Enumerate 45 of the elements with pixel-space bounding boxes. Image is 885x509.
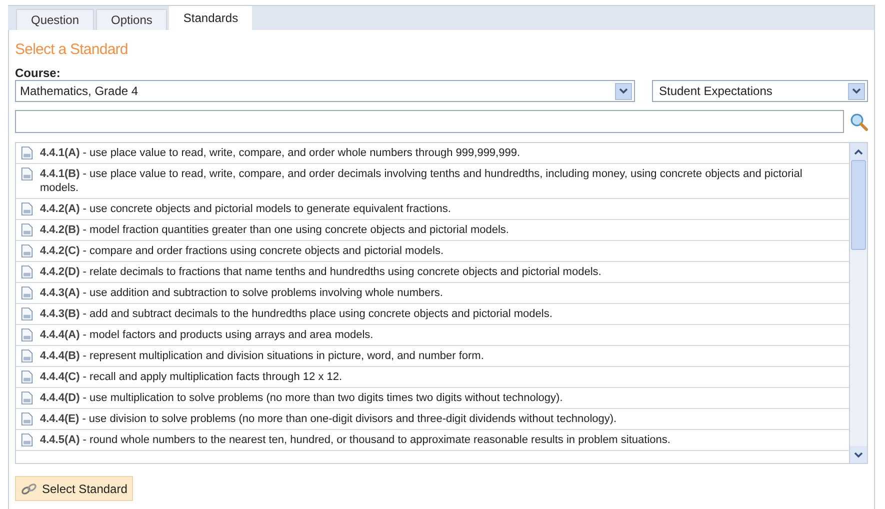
document-icon	[21, 307, 33, 321]
document-icon	[21, 202, 33, 216]
document-icon	[21, 244, 33, 258]
document-icon	[21, 370, 33, 384]
document-icon	[21, 328, 33, 342]
scroll-down-icon[interactable]	[854, 452, 863, 458]
standard-item[interactable]: 4.4.2(B) - model fraction quantities greater than one using concrete objects and pictorial models.	[16, 220, 849, 241]
document-icon	[21, 167, 33, 181]
tab[interactable]: Standards	[169, 6, 252, 30]
tab[interactable]: Question	[16, 9, 94, 30]
standard-item[interactable]: 4.4.1(A) - use place value to read, write, compare, and order whole numbers through 999,999,999.	[16, 143, 849, 164]
document-icon	[21, 265, 33, 279]
course-value: Mathematics, Grade 4	[20, 83, 138, 100]
type-dropdown[interactable]: Student Expectations	[652, 80, 868, 102]
standard-item[interactable]: 4.4.5(A) - round whole numbers to the nearest ten, hundred, or thousand to approximate reasonable results in problem situations.	[16, 430, 849, 451]
scroll-up-icon[interactable]	[854, 148, 863, 154]
standard-item[interactable]: 4.4.4(B) - represent multiplication and division situations in picture, word, and number form.	[16, 346, 849, 367]
standard-item[interactable]: 4.4.4(C) - recall and apply multiplication facts through 12 x 12.	[16, 367, 849, 388]
document-icon	[21, 286, 33, 300]
tab[interactable]: Options	[96, 9, 168, 30]
scrollbar[interactable]	[849, 143, 867, 463]
document-icon	[21, 433, 33, 447]
document-icon	[21, 412, 33, 426]
type-value: Student Expectations	[659, 83, 772, 100]
course-label: Course:	[15, 66, 62, 80]
course-dropdown[interactable]: Mathematics, Grade 4	[15, 80, 635, 102]
select-standard-button[interactable]: Select Standard	[15, 476, 134, 501]
standard-item[interactable]: 4.4.4(A) - model factors and products using arrays and area models.	[16, 325, 849, 346]
search-field[interactable]	[15, 110, 844, 133]
document-icon	[21, 146, 33, 160]
document-icon	[21, 391, 33, 405]
standard-item[interactable]: 4.4.3(A) - use addition and subtraction to solve problems involving whole numbers.	[16, 283, 849, 304]
scroll-thumb[interactable]	[851, 160, 866, 250]
document-icon	[21, 349, 33, 363]
document-icon	[21, 223, 33, 237]
standard-item[interactable]: 4.4.4(E) - use division to solve problems (no more than one-digit divisors and three-digit dividends without technology).	[16, 409, 849, 430]
standard-item[interactable]: 4.4.3(B) - add and subtract decimals to the hundredths place using concrete objects and pictorial models.	[16, 304, 849, 325]
standard-item[interactable]: 4.4.4(D) - use multiplication to solve problems (no more than two digits times two digits without technology).	[16, 388, 849, 409]
standard-item[interactable]: 4.4.2(C) - compare and order fractions using concrete objects and pictorial models.	[16, 241, 849, 262]
link-icon	[21, 482, 37, 494]
standard-item[interactable]: 4.4.1(B) - use place value to read, write, compare, and order decimals involving tenths and hundredths, including money, using concrete objects and pictorial models.	[16, 164, 849, 199]
section-heading: Select a Standard	[15, 40, 129, 60]
standard-item[interactable]: 4.4.2(D) - relate decimals to fractions that name tenths and hundredths using concrete objects and pictorial models.	[16, 262, 849, 283]
standard-item[interactable]: 4.4.2(A) - use concrete objects and pictorial models to generate equivalent fractions.	[16, 199, 849, 220]
search-icon[interactable]	[850, 112, 868, 130]
